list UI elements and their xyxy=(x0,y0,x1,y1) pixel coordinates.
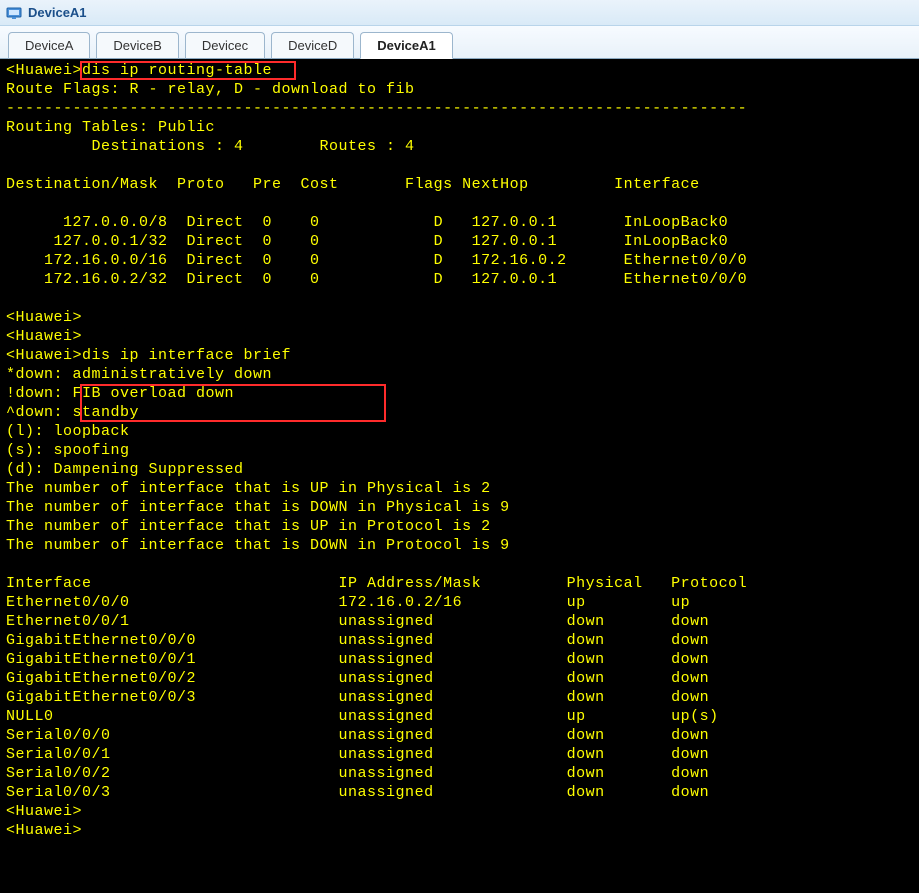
tab-devicec[interactable]: Devicec xyxy=(185,32,265,59)
tabbar: DeviceADeviceB DevicecDeviceDDeviceA1 xyxy=(0,26,919,59)
terminal[interactable]: <Huawei>dis ip routing-table Route Flags… xyxy=(0,59,919,893)
terminal-output: <Huawei>dis ip routing-table Route Flags… xyxy=(6,62,747,839)
tab-deviced[interactable]: DeviceD xyxy=(271,32,354,59)
tab-devicea1[interactable]: DeviceA1 xyxy=(360,32,453,59)
tab-deviceb[interactable]: DeviceB xyxy=(96,32,178,59)
titlebar: DeviceA1 xyxy=(0,0,919,26)
app-icon xyxy=(6,5,22,21)
tab-devicea[interactable]: DeviceA xyxy=(8,32,90,59)
app-window: DeviceA1 DeviceADeviceBDevicecDeviceDDev… xyxy=(0,0,919,893)
window-title: DeviceA1 xyxy=(28,5,87,20)
